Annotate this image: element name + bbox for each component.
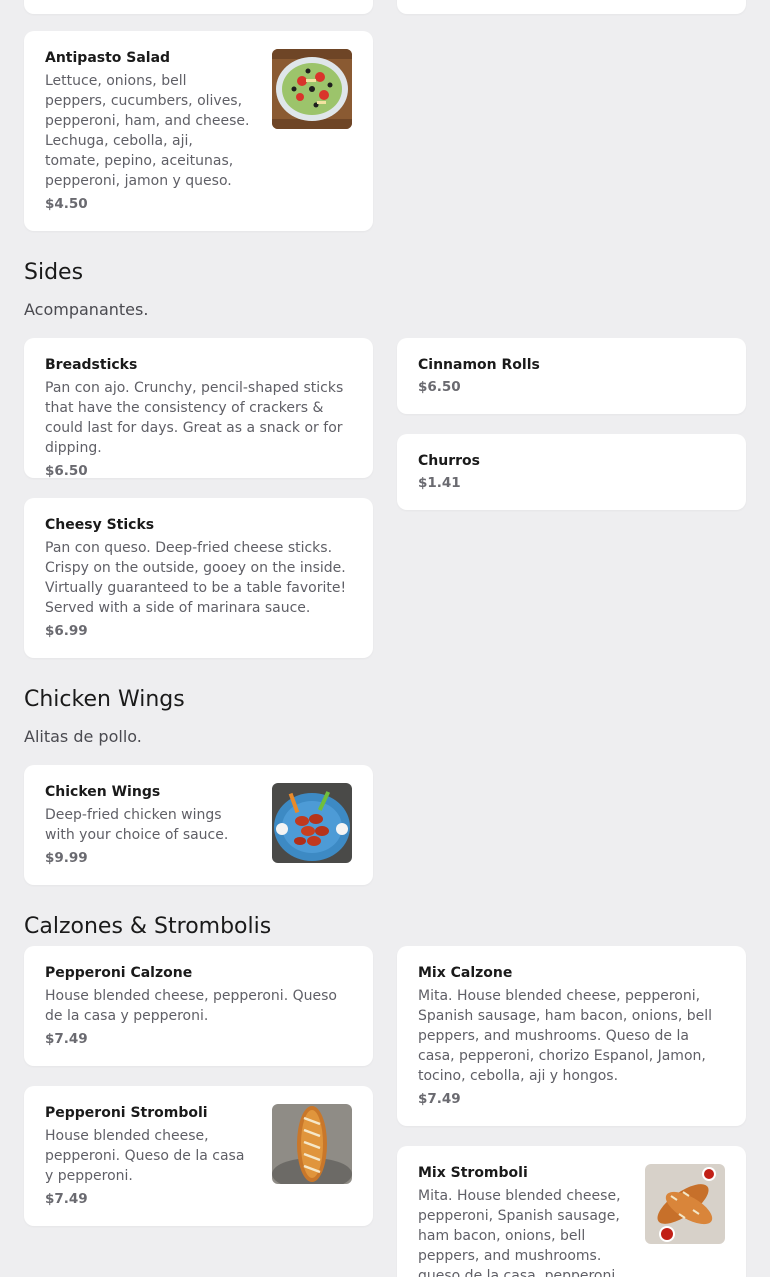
section-subtitle-sides: Acompanantes. [24, 300, 149, 319]
item-name: Mix Calzone [418, 965, 513, 981]
item-name: Breadsticks [45, 357, 138, 373]
item-price: $7.49 [418, 1091, 461, 1107]
section-title-chicken-wings: Chicken Wings [24, 687, 185, 712]
menu-item-card-mix-calzone[interactable]: Mix Calzone Mita. House blended cheese, … [397, 946, 746, 1126]
menu-item-card-cinnamon-rolls[interactable]: Cinnamon Rolls $6.50 [397, 338, 746, 414]
item-description: House blended cheese, pepperoni. Queso d… [45, 1128, 245, 1184]
item-price: $7.49 [45, 1031, 88, 1047]
menu-item-card-mix-stromboli[interactable]: Mix Stromboli Mita. House blended cheese… [397, 1146, 746, 1277]
item-description: Deep-fried chicken wings with your choic… [45, 807, 229, 843]
section-title-calzones-strombolis: Calzones & Strombolis [24, 914, 272, 939]
item-description: Mita. House blended cheese, pepperoni, S… [418, 988, 713, 1084]
item-price: $6.50 [45, 463, 88, 479]
item-name: Pepperoni Calzone [45, 965, 193, 981]
mix-stromboli-image [645, 1164, 725, 1244]
section-title-sides: Sides [24, 260, 84, 285]
item-name: Churros [418, 453, 480, 469]
item-price: $4.50 [45, 196, 88, 212]
item-price: $7.49 [45, 1191, 88, 1207]
item-description: Pan con ajo. Crunchy, pencil-shaped stic… [45, 380, 344, 456]
item-price: $9.99 [45, 850, 88, 866]
item-description: Lettuce, onions, bell peppers, cucumbers… [45, 73, 250, 189]
item-description: House blended cheese, pepperoni. Queso d… [45, 988, 337, 1024]
menu-item-card-partial[interactable] [24, 0, 373, 14]
item-name: Antipasto Salad [45, 50, 171, 66]
menu-item-card-partial[interactable] [397, 0, 746, 14]
item-name: Cheesy Sticks [45, 517, 155, 533]
item-name: Mix Stromboli [418, 1165, 528, 1181]
menu-item-card-chicken-wings[interactable]: Chicken Wings Deep-fried chicken wings w… [24, 765, 373, 885]
menu-item-card-breadsticks[interactable]: Breadsticks Pan con ajo. Crunchy, pencil… [24, 338, 373, 479]
menu-item-card-pepperoni-calzone[interactable]: Pepperoni Calzone House blended cheese, … [24, 946, 373, 1066]
item-price: $1.41 [418, 475, 461, 491]
item-description: Pan con queso. Deep-fried cheese sticks.… [45, 540, 347, 616]
menu-item-card-pepperoni-stromboli[interactable]: Pepperoni Stromboli House blended cheese… [24, 1086, 373, 1226]
chicken-wings-image [272, 783, 352, 863]
item-name: Cinnamon Rolls [418, 357, 540, 373]
section-subtitle-chicken-wings: Alitas de pollo. [24, 727, 142, 746]
item-name: Pepperoni Stromboli [45, 1105, 208, 1121]
item-description: Mita. House blended cheese, pepperoni, S… [418, 1188, 621, 1277]
menu-item-card-cheesy-sticks[interactable]: Cheesy Sticks Pan con queso. Deep-fried … [24, 498, 373, 658]
antipasto-salad-image [272, 49, 352, 129]
item-price: $6.50 [418, 379, 461, 395]
menu-item-card-antipasto-salad[interactable]: Antipasto Salad Lettuce, onions, bell pe… [24, 31, 373, 231]
item-price: $6.99 [45, 623, 88, 639]
item-name: Chicken Wings [45, 784, 161, 800]
pepperoni-stromboli-image [272, 1104, 352, 1184]
menu-item-card-churros[interactable]: Churros $1.41 [397, 434, 746, 510]
